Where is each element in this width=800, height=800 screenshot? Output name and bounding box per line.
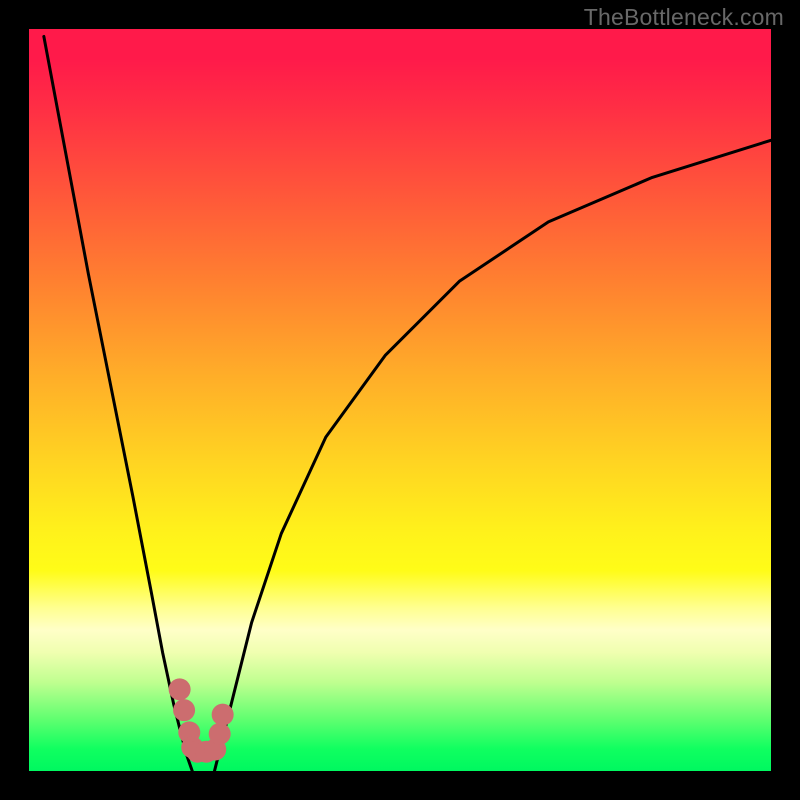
marker-dot — [173, 699, 195, 721]
marker-dot — [209, 723, 231, 745]
watermark-text: TheBottleneck.com — [584, 4, 784, 31]
curves-group — [44, 36, 771, 771]
marker-dot — [169, 678, 191, 700]
chart-frame: TheBottleneck.com — [0, 0, 800, 800]
curve-left-curve — [44, 36, 192, 771]
curve-layer — [29, 29, 771, 771]
curve-right-curve — [215, 140, 772, 771]
marker-dot — [212, 704, 234, 726]
plot-area — [29, 29, 771, 771]
